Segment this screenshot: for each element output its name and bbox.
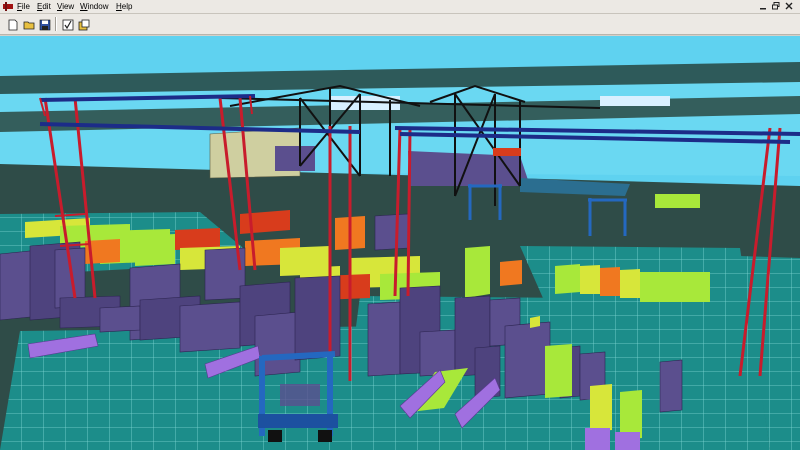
container-terminal-scene (0, 36, 800, 450)
close-icon[interactable] (784, 1, 794, 11)
menu-bar: File Edit View Window Help (0, 0, 800, 14)
restore-icon[interactable] (771, 1, 781, 11)
menu-view[interactable]: View (57, 2, 74, 11)
menu-file[interactable]: File (17, 2, 30, 11)
menu-help[interactable]: Help (116, 2, 132, 11)
menu-edit[interactable]: Edit (37, 2, 51, 11)
app-icon (3, 2, 13, 11)
toolbar-separator (55, 17, 57, 31)
toolbar (0, 14, 800, 35)
checklist-icon[interactable] (59, 16, 76, 33)
export-icon[interactable] (75, 16, 92, 33)
save-icon[interactable] (36, 16, 53, 33)
menu-window[interactable]: Window (80, 2, 108, 11)
new-file-icon[interactable] (4, 16, 21, 33)
open-folder-icon[interactable] (20, 16, 37, 33)
3d-terminal-viewport[interactable] (0, 36, 800, 450)
minimize-icon[interactable] (758, 1, 768, 11)
